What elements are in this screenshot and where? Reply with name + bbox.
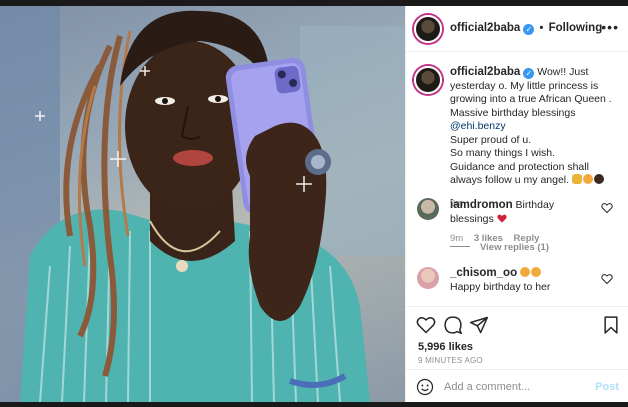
post-timestamp: 9 MINUTES AGO — [418, 356, 483, 365]
caption-text-4: So many things I wish. — [450, 147, 556, 159]
verified-badge-icon: ✓ — [523, 24, 535, 35]
comment-body: iamdromon Birthday blessings 9m 3 likes … — [450, 199, 600, 246]
bottom-cropped-strip — [0, 402, 628, 407]
separator-dot: • — [539, 22, 544, 34]
caption-text-5: Guidance and protection shall always fol… — [450, 160, 589, 187]
heart-eyes-emoji-icon — [520, 267, 531, 277]
post-comment-button[interactable]: Post — [595, 381, 619, 393]
author-username[interactable]: official2baba — [450, 22, 520, 34]
pray-emoji-icon — [571, 174, 582, 184]
caption-text-2: Massive birthday blessings — [450, 106, 576, 119]
heart-icon[interactable] — [416, 315, 436, 335]
add-comment-bar: Post — [406, 369, 628, 403]
caption-verified-badge-icon: ✓ — [523, 68, 535, 79]
commenter-username[interactable]: iamdromon — [450, 199, 513, 211]
commenter-avatar[interactable] — [417, 198, 439, 220]
post-detail-panel: official2baba ✓ • Following ••• official2… — [405, 6, 628, 402]
comment-icon[interactable] — [443, 315, 463, 335]
view-replies-button[interactable]: View replies (1) — [450, 242, 549, 253]
commenter-username[interactable]: _chisom_oo — [450, 267, 517, 279]
likes-count[interactable]: 5,996 likes — [418, 341, 473, 353]
view-replies-line — [450, 246, 470, 247]
share-icon[interactable] — [469, 315, 489, 335]
caption-author-avatar[interactable] — [414, 66, 442, 94]
caption-username[interactable]: official2baba — [450, 66, 520, 78]
comment-text: Happy birthday to her — [450, 280, 551, 293]
caption-text-3: Super proud of u. — [450, 133, 532, 146]
face-emoji-icon — [593, 174, 604, 184]
hug-emoji-icon — [582, 174, 593, 184]
post-photo-illustration — [0, 6, 405, 402]
like-comment-heart-icon[interactable] — [601, 273, 613, 285]
following-status-button[interactable]: Following — [549, 22, 603, 34]
commenter-avatar[interactable] — [417, 267, 439, 289]
caption-mention-link[interactable]: @ehi.benzy — [450, 120, 506, 132]
caption-body: official2baba ✓ Wow!! Just yesterday o. M… — [450, 66, 622, 210]
bookmark-icon[interactable] — [601, 315, 621, 335]
comment-body: _chisom_oo Happy birthday to her — [450, 267, 600, 294]
smile-icon[interactable] — [416, 378, 434, 396]
post-actions: 5,996 likes 9 MINUTES AGO Post — [406, 306, 628, 402]
add-comment-input[interactable] — [444, 377, 584, 397]
like-comment-heart-icon[interactable] — [601, 202, 613, 214]
red-heart-emoji-icon — [497, 214, 507, 223]
post-photo[interactable] — [0, 6, 405, 402]
post-header: official2baba ✓ • Following ••• — [406, 6, 628, 52]
author-header: official2baba ✓ • Following — [450, 22, 602, 35]
author-avatar[interactable] — [414, 15, 442, 43]
more-options-icon[interactable]: ••• — [601, 19, 619, 35]
view-replies-label: View replies (1) — [480, 242, 549, 253]
heart-eyes-emoji-icon — [531, 267, 542, 277]
